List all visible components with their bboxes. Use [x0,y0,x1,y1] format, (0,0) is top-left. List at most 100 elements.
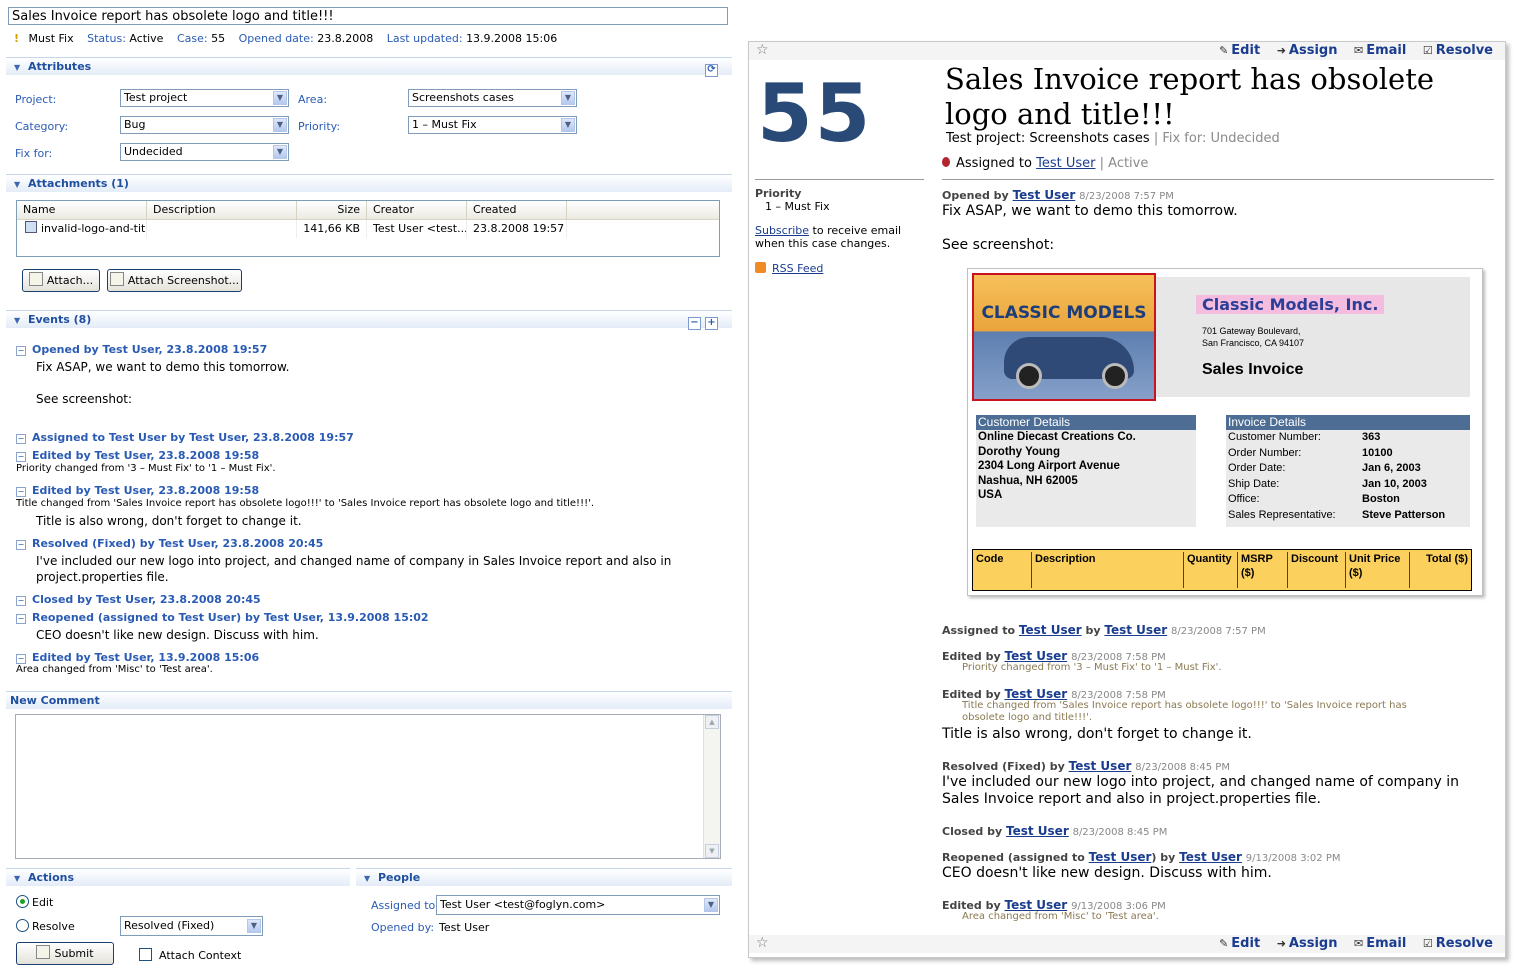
priority-select[interactable]: 1 – Must Fix ▼ [408,116,577,134]
event-change-line: obsolete logo and title!!!'. [962,712,1093,723]
collapse-icon[interactable]: − [16,614,26,624]
edit-radio[interactable]: Edit [16,895,53,909]
attributes-section-header[interactable]: ▼ Attributes ⟳ [6,57,732,77]
subscribe-link[interactable]: Subscribe [755,224,809,237]
attach-context-checkbox[interactable]: Attach Context [139,948,241,962]
edit-icon: ✎ [1219,937,1229,950]
edit-radio-label: Edit [32,896,54,909]
collapse-all-icon[interactable]: − [688,317,701,330]
assigned-user-link[interactable]: Test User [1036,156,1095,171]
user-link[interactable]: Test User [1104,623,1167,637]
refresh-attributes-icon[interactable]: ⟳ [705,64,718,77]
vertical-scrollbar[interactable]: ▲ ▼ [703,715,720,858]
collapse-triangle-icon[interactable]: ▼ [364,870,372,888]
collapse-icon[interactable]: − [16,434,26,444]
collapse-icon[interactable]: − [16,452,26,462]
event-change: Title changed from 'Sales Invoice report… [962,700,1407,724]
user-link[interactable]: Test User [1089,850,1152,864]
resolve-link[interactable]: Resolve [1436,936,1493,951]
edit-icon: ✎ [1219,44,1229,57]
user-link[interactable]: Test User [1013,188,1076,202]
collapse-icon[interactable]: − [16,654,26,664]
collapse-triangle-icon[interactable]: ▼ [14,59,22,77]
new-comment-textarea[interactable]: ▲ ▼ [15,714,721,859]
column-header[interactable]: Created [467,201,567,219]
case-label: Case: [176,32,208,45]
collapse-triangle-icon[interactable]: ▼ [14,870,22,888]
edit-link[interactable]: Edit [1231,936,1260,951]
detail-key: Sales Representative: [1228,508,1336,521]
event-date: 8/23/2008 7:57 PM [1079,191,1174,202]
divider [755,179,924,180]
event-title[interactable]: − Edited by Test User, 23.8.2008 19:58 [16,449,259,462]
collapse-icon[interactable]: − [16,596,26,606]
resolution-select[interactable]: Resolved (Fixed) ▼ [120,916,263,936]
email-link[interactable]: Email [1366,936,1406,951]
column-header[interactable]: Description [147,201,297,219]
collapse-icon[interactable]: − [16,487,26,497]
collapse-triangle-icon[interactable]: ▼ [14,312,22,330]
rss-feed[interactable]: RSS Feed [755,262,823,275]
attach-button[interactable]: Attach... [22,269,100,292]
event-title[interactable]: − Assigned to Test User by Test User, 23.… [16,431,354,444]
user-link[interactable]: Test User [1006,824,1069,838]
project-select[interactable]: Test project ▼ [120,89,289,107]
event-header: Reopened (assigned to Test User) by Test… [942,850,1340,864]
actions-section-header[interactable]: ▼ Actions [6,868,350,886]
event-title[interactable]: − Resolved (Fixed) by Test User, 23.8.200… [16,537,323,550]
event-date: 9/13/2008 3:02 PM [1245,853,1341,864]
people-section-header[interactable]: ▼ People [356,868,732,886]
category-select[interactable]: Bug ▼ [120,116,289,134]
summary-field[interactable]: Sales Invoice report has obsolete logo a… [8,7,728,25]
edit-link[interactable]: Edit [1231,43,1260,58]
email-link[interactable]: Email [1366,43,1406,58]
category-label: Category: [15,120,69,133]
event-title[interactable]: − Edited by Test User, 13.9.2008 15:06 [16,651,259,664]
user-link[interactable]: Test User [1179,850,1242,864]
scroll-up-icon[interactable]: ▲ [705,715,719,729]
collapse-triangle-icon[interactable]: ▼ [14,176,22,194]
attachments-table: Name Description Size Creator Created in… [16,200,720,257]
address-line: 701 Gateway Boulevard, [1202,326,1301,336]
event-body: Fix ASAP, we want to demo this tomorrow. [36,360,290,374]
user-link[interactable]: Test User [1019,623,1082,637]
star-icon[interactable]: ☆ [756,42,769,58]
event-title[interactable]: − Reopened (assigned to Test User) by Tes… [16,611,429,624]
expand-all-icon[interactable]: + [705,317,718,330]
chevron-down-icon: ▼ [561,118,575,132]
collapse-icon[interactable]: − [16,540,26,550]
star-icon[interactable]: ☆ [756,935,769,951]
submit-button[interactable]: Submit [16,942,114,965]
area-select[interactable]: Screenshots cases ▼ [408,89,577,107]
table-row[interactable]: invalid-logo-and-tit... 141,66 KB Test U… [17,220,719,238]
resolve-radio[interactable]: Resolve [16,919,75,933]
column-header[interactable]: Creator [367,201,467,219]
detail-value: 363 [1362,431,1381,443]
assign-link[interactable]: Assign [1289,936,1338,951]
attachments-section-header[interactable]: ▼ Attachments (1) [6,174,732,192]
fixfor-select[interactable]: Undecided ▼ [120,143,289,161]
user-link[interactable]: Test User [1004,687,1067,701]
column-header[interactable]: Size [297,201,367,219]
rss-link[interactable]: RSS Feed [772,262,823,275]
project-area: Test project: Screenshots cases [946,131,1150,146]
user-link[interactable]: Test User [1004,898,1067,912]
events-section-header[interactable]: ▼ Events (8) − + [6,310,732,330]
invoice-detail-row: Order Date: Jan 6, 2003 [1226,461,1470,477]
user-link[interactable]: Test User [1069,759,1132,773]
attachment-size: 141,66 KB [297,220,367,238]
assigned-select[interactable]: Test User <test@foglyn.com> ▼ [436,895,720,915]
event-title[interactable]: − Edited by Test User, 23.8.2008 19:58 [16,484,259,497]
attach-screenshot-button[interactable]: Attach Screenshot... [107,269,242,292]
subscribe-text-2: when this case changes. [755,237,891,250]
email-icon: ✉ [1354,937,1364,950]
event-title[interactable]: − Closed by Test User, 23.8.2008 20:45 [16,593,261,606]
scroll-down-icon[interactable]: ▼ [705,844,719,858]
column-header[interactable]: Name [17,201,147,219]
event-title[interactable]: − Opened by Test User, 23.8.2008 19:57 [16,343,267,356]
resolve-link[interactable]: Resolve [1436,43,1493,58]
user-link[interactable]: Test User [1004,649,1067,663]
event-by: by [1085,624,1101,637]
assign-link[interactable]: Assign [1289,43,1338,58]
collapse-icon[interactable]: − [16,346,26,356]
